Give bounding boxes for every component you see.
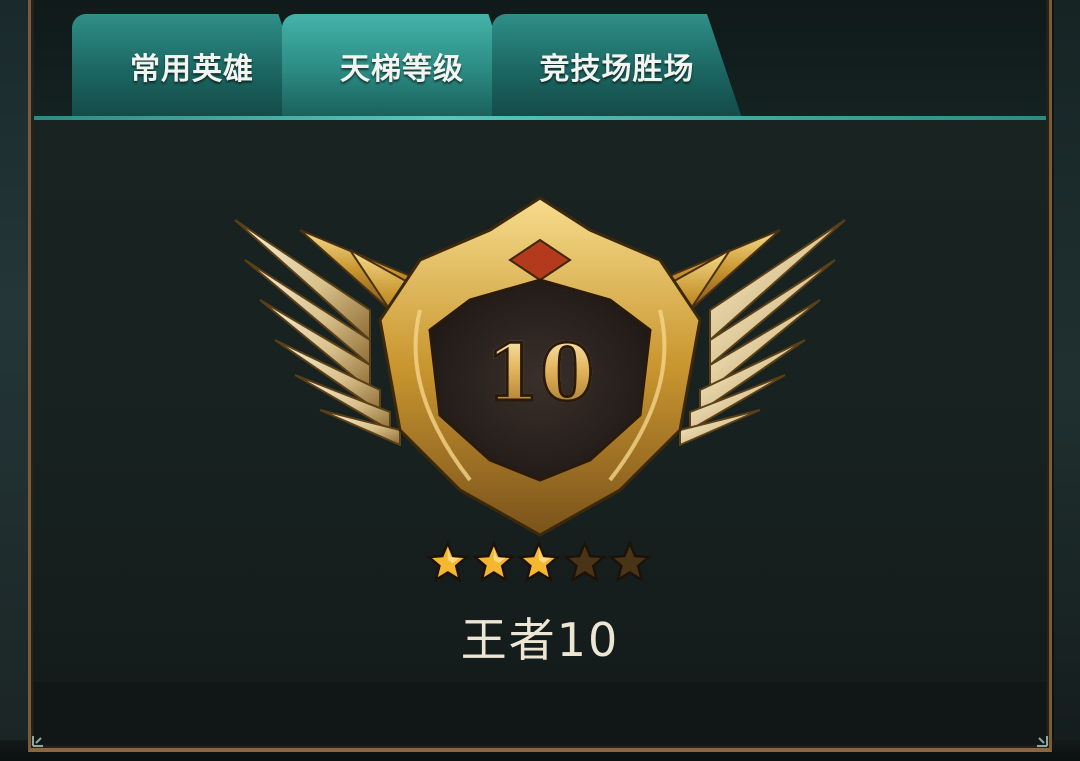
star-filled-icon xyxy=(426,540,470,583)
star-filled-icon xyxy=(471,540,516,583)
tab-label: 竞技场胜场 xyxy=(539,52,695,87)
rank-emblem: 10 xyxy=(230,190,850,550)
corner-ornament-icon xyxy=(1037,736,1048,747)
tab-arena-wins[interactable]: 竞技场胜场 xyxy=(492,14,742,118)
ladder-rank-screen: 常用英雄 天梯等级 竞技场胜场 10 王者10 xyxy=(0,0,1080,761)
rank-title: 王者10 xyxy=(460,613,620,667)
tab-bar: 常用英雄 天梯等级 竞技场胜场 xyxy=(34,0,1046,120)
star-empty-icon xyxy=(608,540,652,583)
corner-ornament-icon xyxy=(32,736,43,747)
panel-footer xyxy=(34,682,1046,744)
rank-stars xyxy=(426,540,652,586)
tab-common-heroes[interactable]: 常用英雄 xyxy=(72,14,312,118)
tab-label: 常用英雄 xyxy=(130,52,254,87)
tab-underline xyxy=(34,116,1046,120)
tab-ladder-rank[interactable]: 天梯等级 xyxy=(282,14,522,118)
tab-label: 天梯等级 xyxy=(340,52,464,87)
rank-level-number: 10 xyxy=(230,327,850,421)
star-filled-icon xyxy=(517,540,561,583)
star-empty-icon xyxy=(562,540,607,583)
